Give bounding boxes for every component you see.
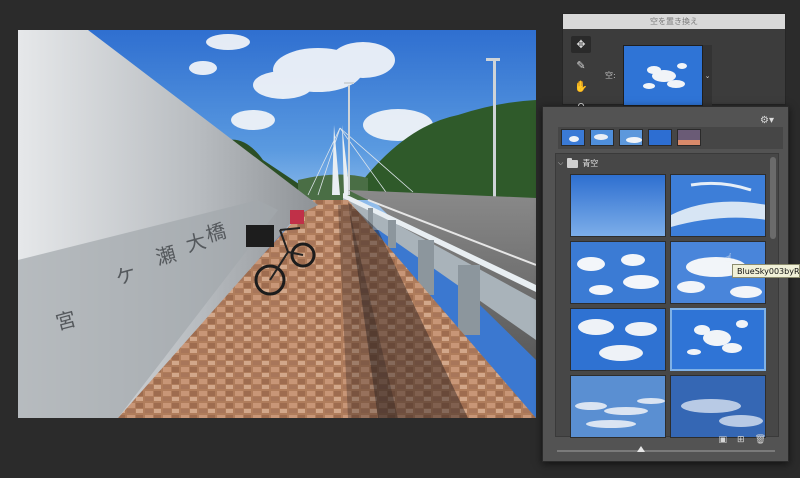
sky-folder-list: ⌵ 青空 [555, 153, 779, 438]
new-folder-icon[interactable]: ▣ [719, 435, 728, 445]
pointer-hand-icon: ☝ [725, 251, 733, 265]
recent-sky-thumb[interactable] [648, 129, 672, 146]
sky-thumbnail[interactable] [570, 174, 666, 237]
recent-sky-thumb[interactable] [590, 129, 614, 146]
gear-icon[interactable]: ⚙▾ [760, 115, 774, 126]
hand-tool-icon[interactable]: ✋ [571, 78, 591, 95]
sky-preview[interactable] [623, 45, 703, 106]
document-canvas[interactable]: 宮 ケ 瀬 大 橋 [18, 30, 536, 418]
tool-column: ✥ ✎ ✋ ⚲ [571, 36, 593, 116]
sky-thumbnail[interactable] [670, 375, 766, 438]
sky-dropdown-button[interactable]: ⌄ [703, 45, 712, 106]
recent-sky-thumb[interactable] [677, 129, 701, 146]
sky-brush-icon[interactable]: ✎ [571, 57, 591, 74]
sky-label: 空: [605, 71, 616, 80]
sky-thumbnail[interactable] [570, 375, 666, 438]
move-tool-icon[interactable]: ✥ [571, 36, 591, 53]
tooltip: BlueSky003byRickM [732, 264, 800, 278]
recent-skies-strip [558, 127, 783, 149]
sky-replacement-dialog: 空を置き換え ✥ ✎ ✋ ⚲ 空: ⌄ [562, 13, 786, 114]
folder-icon [567, 157, 579, 168]
recent-sky-thumb[interactable] [561, 129, 585, 146]
photo-image: 宮 ケ 瀬 大 橋 [18, 30, 536, 418]
chevron-down-icon: ⌵ [558, 159, 564, 167]
folder-name: 青空 [582, 159, 599, 168]
popup-scrollbar[interactable] [770, 155, 776, 435]
new-sky-icon[interactable]: ⊞ [737, 435, 745, 445]
sky-thumbnail[interactable] [670, 174, 766, 237]
trash-icon[interactable]: 🗑 [755, 435, 766, 445]
sky-picker-popup: ⚙▾ ⌵ 青空 ▣ ⊞ 🗑 [542, 106, 789, 462]
sky-thumbnail[interactable] [570, 308, 666, 371]
dialog-title: 空を置き換え [563, 14, 785, 29]
thumbnail-size-slider[interactable] [557, 446, 775, 452]
sky-thumbnail-selected[interactable] [670, 308, 766, 371]
slider-knob[interactable] [637, 446, 645, 452]
scrollbar-thumb[interactable] [770, 157, 776, 239]
popup-footer: ▣ ⊞ 🗑 [719, 435, 767, 445]
recent-sky-thumb[interactable] [619, 129, 643, 146]
sky-thumbnail[interactable] [570, 241, 666, 304]
folder-header[interactable]: ⌵ 青空 [558, 157, 599, 169]
